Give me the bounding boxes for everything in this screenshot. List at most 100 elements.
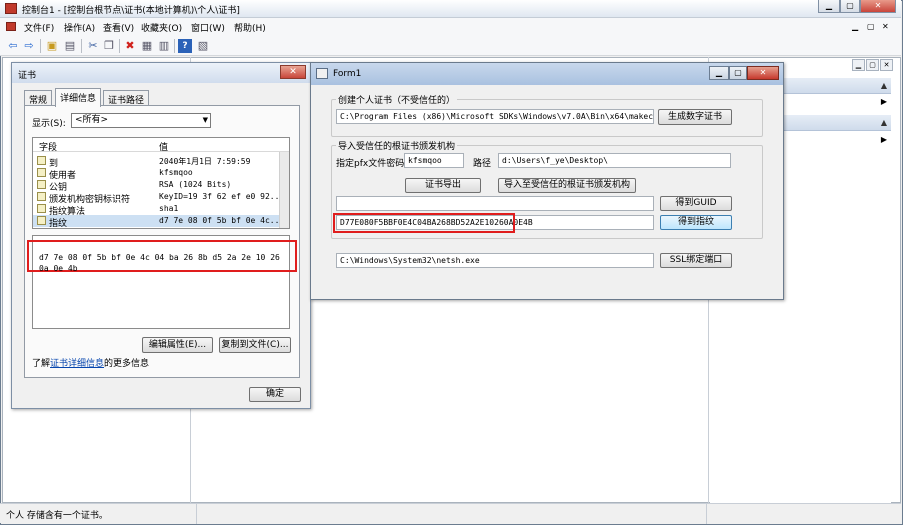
properties-icon[interactable]: ▦ [140,39,154,53]
get-guid-button[interactable]: 得到GUID [660,196,732,211]
form-app-icon [316,68,328,79]
fields-list[interactable]: 字段 值 到 2040年1月1日 7:59:59 使用者 kfsmqoo 公钥 RSA… [32,137,290,229]
delete-icon[interactable]: ✖ [123,39,137,53]
column-header-field[interactable]: 字段 [39,140,57,153]
learn-more-suffix: 的更多信息 [104,359,150,369]
cert-details-link[interactable]: 证书详细信息 [50,359,104,369]
ok-button[interactable]: 确定 [249,387,301,402]
form1-window: Form1 ▁ ▢ ✕ 创建个人证书（不受信任的） C:\Program Fil… [310,62,784,300]
up-folder-icon[interactable]: ▣ [45,39,59,53]
import-root-group-title: 导入受信任的根证书颁发机构 [336,139,458,152]
thumbprint-detail[interactable]: d7 7e 08 0f 5b bf 0e 4c 04 ba 26 8b d5 2… [39,252,289,274]
makecert-path-input[interactable]: C:\Program Files (x86)\Microsoft SDKs\Wi… [336,109,654,124]
cert-field-icon [37,192,46,201]
show-tree-icon[interactable]: ▤ [63,39,77,53]
copy-to-file-button[interactable]: 复制到文件(C)... [219,337,291,353]
generate-cert-button[interactable]: 生成数字证书 [658,109,732,125]
menu-action[interactable]: 操作(A) [64,21,95,34]
toolbar-separator [119,39,120,53]
back-arrow-icon[interactable]: ⇦ [6,39,20,53]
pfx-password-input[interactable]: kfsmqoo [404,153,464,168]
ssl-bind-port-button[interactable]: SSL绑定端口 [660,253,732,268]
path-input[interactable]: d:\Users\f_ye\Desktop\ [498,153,731,168]
menu-help[interactable]: 帮助(H) [234,21,266,34]
export-cert-button[interactable]: 证书导出 [405,178,481,193]
list-item-selected[interactable]: 指纹 d7 7e 08 0f 5b bf 0e 4c... [33,215,284,229]
help-icon[interactable]: ? [178,39,192,53]
forward-arrow-icon[interactable]: ⇨ [22,39,36,53]
learn-more-text: 了解证书详细信息的更多信息 [32,356,149,369]
field-name: 指纹 [49,219,68,229]
field-value: 2040年1月1日 7:59:59 [159,157,251,166]
cert-close-button[interactable]: ✕ [280,65,306,79]
import-trusted-root-button[interactable]: 导入至受信任的根证书颁发机构 [498,178,636,193]
show-label: 显示(S): [32,119,66,129]
menu-file[interactable]: 文件(F) [24,21,54,34]
collapse-triangle-icon: ▲ [880,118,887,127]
field-value: d7 7e 08 0f 5b bf 0e 4c... [159,216,285,225]
inner-minimize-icon[interactable]: ▁ [852,22,858,31]
menu-window[interactable]: 窗口(W) [191,21,225,34]
tab-cert-path[interactable]: 证书路径 [103,90,150,106]
field-detail-box[interactable]: d7 7e 08 0f 5b bf 0e 4c 04 ba 26 8b d5 2… [27,235,297,329]
fields-scrollbar[interactable] [279,152,289,228]
list-item[interactable]: 使用者 kfsmqoo [33,167,279,181]
console-app-icon [5,3,17,14]
learn-more-prefix: 了解 [32,359,51,369]
child-close-icon[interactable]: ✕ [880,59,893,71]
submenu-arrow-icon[interactable]: ▶ [881,97,887,106]
window-title: 控制台1 - [控制台根节点\证书(本地计算机)\个人\证书] [22,6,240,16]
submenu-arrow-icon[interactable]: ▶ [881,135,887,144]
chevron-down-icon: ▼ [202,116,208,124]
cert-field-icon [37,216,46,225]
cert-dialog-title: 证书 [18,71,37,81]
form1-close-button[interactable]: ✕ [747,66,779,80]
get-thumbprint-button[interactable]: 得到指纹 [660,215,732,230]
list-item[interactable]: 到 2040年1月1日 7:59:59 [33,155,279,169]
status-text: 个人 存储含有一个证书。 [6,511,108,521]
form1-title: Form1 [333,69,362,79]
child-minimize-icon[interactable]: ▁ [852,59,865,71]
inner-close-icon[interactable]: ✕ [882,22,889,31]
path-label: 路径 [473,159,492,169]
minimize-button[interactable]: ▁ [818,0,840,13]
inner-restore-icon[interactable]: ▢ [867,22,875,31]
thumbprint-input-highlight [333,213,515,233]
console-menu-icon[interactable] [6,22,16,31]
show-dropdown-value: <所有> [75,115,109,125]
close-button[interactable]: ✕ [860,0,896,13]
status-divider [706,504,707,524]
list-item[interactable]: 公钥 RSA (1024 Bits) [33,179,279,193]
list-item[interactable]: 颁发机构密钥标识符 KeyID=19 3f 62 ef e0 92... [33,191,284,205]
netsh-path-input[interactable]: C:\Windows\System32\netsh.exe [336,253,654,268]
show-action-pane-icon[interactable]: ▧ [196,39,210,53]
copy-icon[interactable]: ❐ [102,39,116,53]
guid-input[interactable] [336,196,654,211]
cut-icon[interactable]: ✂ [86,39,100,53]
show-dropdown[interactable]: <所有> ▼ [71,113,211,128]
column-header-value[interactable]: 值 [159,140,168,153]
cert-titlebar: 证书 ✕ [12,63,310,83]
toolbar-separator [174,39,175,53]
cert-field-icon [37,204,46,213]
menu-favorites[interactable]: 收藏夹(O) [141,21,182,34]
pfx-password-label: 指定pfx文件密码 [336,159,405,169]
form1-titlebar: Form1 ▁ ▢ ✕ [311,63,783,85]
tab-details[interactable]: 详细信息 [55,88,102,107]
status-divider [196,504,197,524]
maximize-button[interactable]: ▢ [840,0,860,13]
export-list-icon[interactable]: ▥ [157,39,171,53]
status-bar: 个人 存储含有一个证书。 [0,503,901,524]
toolbar-separator [81,39,82,53]
tab-general[interactable]: 常规 [24,90,53,106]
cert-field-icon [37,180,46,189]
field-value: kfsmqoo [159,168,193,177]
list-item[interactable]: 指纹算法 sha1 [33,203,279,217]
form1-maximize-button[interactable]: ▢ [729,66,747,80]
edit-properties-button[interactable]: 编辑属性(E)... [142,337,213,353]
menu-bar: 文件(F) 操作(A) 查看(V) 收藏夹(O) 窗口(W) 帮助(H) ▁ ▢… [0,18,901,36]
menu-view[interactable]: 查看(V) [103,21,134,34]
form1-minimize-button[interactable]: ▁ [709,66,729,80]
child-restore-icon[interactable]: ▢ [866,59,879,71]
fields-list-header: 字段 值 [33,138,289,153]
